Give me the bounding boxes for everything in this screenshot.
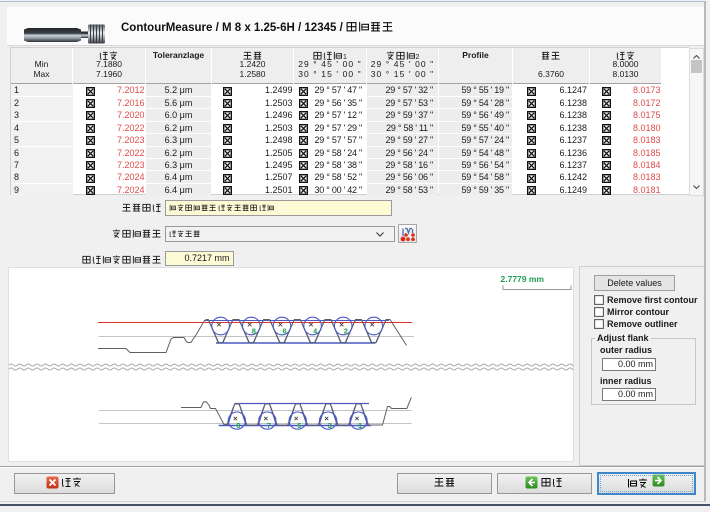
svg-text:1: 1 (358, 421, 362, 430)
svg-text:6: 6 (283, 327, 287, 336)
svg-text:5: 5 (297, 421, 301, 430)
svg-text:7: 7 (267, 421, 271, 430)
svg-text:9: 9 (236, 421, 240, 430)
svg-text:3: 3 (328, 421, 332, 430)
svg-text:8: 8 (252, 327, 256, 336)
svg-text:4: 4 (313, 327, 318, 336)
svg-text:2: 2 (344, 327, 348, 336)
svg-text:2.7779 mm: 2.7779 mm (501, 274, 545, 284)
